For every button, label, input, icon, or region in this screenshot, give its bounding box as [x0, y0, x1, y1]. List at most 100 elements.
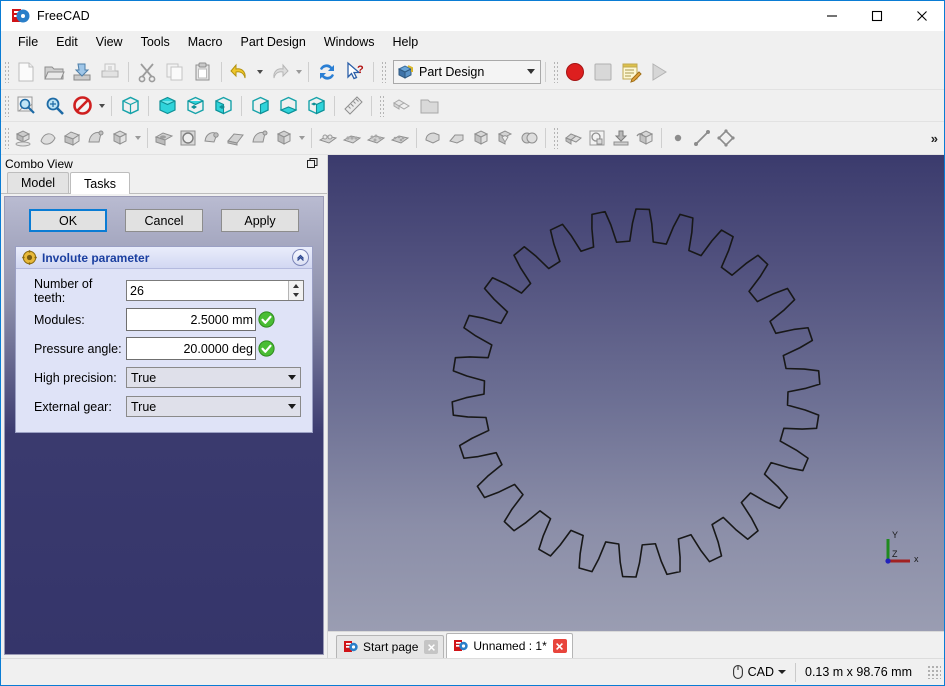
toolbar-grip[interactable] — [3, 94, 9, 117]
tab-model[interactable]: Model — [7, 172, 70, 193]
chevron-up-icon[interactable] — [292, 249, 309, 266]
bottom-view-icon[interactable] — [274, 93, 302, 119]
pressure-angle-input[interactable]: 20.0000 deg — [126, 337, 256, 360]
external-gear-select[interactable]: True — [126, 396, 301, 417]
cut-scissors-icon[interactable] — [133, 59, 161, 85]
modules-input[interactable]: 2.5000 mm — [126, 308, 256, 331]
fillet-icon[interactable] — [421, 125, 445, 151]
redo-arrow-icon[interactable] — [265, 59, 293, 85]
subtractive-pipe-icon[interactable] — [248, 125, 272, 151]
toolbar-grip[interactable] — [552, 127, 558, 149]
fit-all-icon[interactable] — [12, 93, 40, 119]
menu-file[interactable]: File — [9, 32, 47, 53]
create-sketch-icon[interactable] — [36, 125, 60, 151]
draft-icon[interactable] — [469, 125, 493, 151]
menu-windows[interactable]: Windows — [315, 32, 384, 53]
ok-button[interactable]: OK — [29, 209, 107, 232]
linear-pattern-icon[interactable] — [340, 125, 364, 151]
pad-icon[interactable] — [60, 125, 84, 151]
macro-edit-icon[interactable] — [617, 59, 645, 85]
menu-help[interactable]: Help — [384, 32, 428, 53]
create-plane-icon[interactable] — [714, 125, 738, 151]
map-sketch-icon[interactable] — [585, 125, 609, 151]
macro-execute-play-icon[interactable] — [645, 59, 673, 85]
create-line-icon[interactable] — [690, 125, 714, 151]
paste-icon[interactable] — [189, 59, 217, 85]
additive-box-icon[interactable] — [108, 125, 132, 151]
right-view-icon[interactable] — [209, 93, 237, 119]
polar-pattern-icon[interactable] — [364, 125, 388, 151]
create-body-icon[interactable] — [12, 125, 36, 151]
left-view-icon[interactable] — [302, 93, 330, 119]
menu-view[interactable]: View — [87, 32, 132, 53]
involute-gear-sketch[interactable] — [426, 193, 846, 593]
undo-arrow-icon[interactable] — [226, 59, 254, 85]
whats-this-cursor-icon[interactable]: ? — [341, 59, 369, 85]
toolbar-grip[interactable] — [3, 127, 9, 149]
pocket-icon[interactable] — [152, 125, 176, 151]
apply-button[interactable]: Apply — [221, 209, 299, 232]
undo-dropdown-chevron-down-icon[interactable] — [254, 69, 265, 74]
menu-macro[interactable]: Macro — [179, 32, 232, 53]
involute-parameter-header[interactable]: Involute parameter — [16, 247, 312, 269]
revolution-icon[interactable] — [84, 125, 108, 151]
resize-grip-icon[interactable] — [927, 665, 941, 679]
draw-style-chevron-down-icon[interactable] — [96, 103, 107, 108]
fit-selection-zoom-icon[interactable] — [40, 93, 68, 119]
new-document-icon[interactable] — [12, 59, 40, 85]
chamfer-icon[interactable] — [445, 125, 469, 151]
mirrored-icon[interactable] — [316, 125, 340, 151]
subtractive-loft-icon[interactable] — [224, 125, 248, 151]
3d-viewport[interactable]: Y x Z — [328, 155, 944, 631]
chevron-down-icon[interactable] — [524, 69, 538, 74]
create-point-icon[interactable] — [666, 125, 690, 151]
minimize-icon[interactable] — [809, 1, 854, 31]
toolbar-grip[interactable] — [380, 60, 386, 83]
subtractive-box-icon[interactable] — [272, 125, 296, 151]
close-icon[interactable] — [552, 639, 567, 653]
save-icon[interactable] — [68, 59, 96, 85]
tab-tasks[interactable]: Tasks — [70, 172, 130, 194]
high-precision-select[interactable]: True — [126, 367, 301, 388]
front-view-icon[interactable] — [153, 93, 181, 119]
maximize-icon[interactable] — [854, 1, 899, 31]
chevron-down-icon[interactable] — [283, 375, 300, 380]
thickness-icon[interactable] — [493, 125, 517, 151]
toolbar-overflow-chevron-icon[interactable]: » — [931, 131, 938, 146]
boolean-icon[interactable] — [517, 125, 541, 151]
close-icon[interactable] — [424, 640, 439, 654]
measure-ruler-icon[interactable] — [339, 93, 367, 119]
stepper-down-icon[interactable] — [289, 291, 303, 301]
redo-dropdown-chevron-down-icon[interactable] — [293, 69, 304, 74]
multi-transform-icon[interactable] — [388, 125, 412, 151]
float-panel-icon[interactable] — [303, 156, 322, 171]
chevron-down-icon[interactable] — [778, 670, 786, 674]
sketch-attach-icon[interactable] — [561, 125, 585, 151]
workbench-stack-icon[interactable] — [387, 93, 415, 119]
additive-chevron-down-icon[interactable] — [132, 136, 143, 140]
print-icon[interactable] — [96, 59, 124, 85]
refresh-icon[interactable] — [313, 59, 341, 85]
close-icon[interactable] — [899, 1, 944, 31]
menu-tools[interactable]: Tools — [132, 32, 179, 53]
chevron-down-icon[interactable] — [283, 404, 300, 409]
doc-tab-start-page[interactable]: Start page — [336, 635, 445, 658]
macro-stop-icon[interactable] — [589, 59, 617, 85]
stepper-up-icon[interactable] — [289, 281, 303, 291]
macro-record-icon[interactable] — [561, 59, 589, 85]
shape-binder-icon[interactable] — [633, 125, 657, 151]
toolbar-grip[interactable] — [552, 60, 558, 83]
draw-style-icon[interactable] — [68, 93, 96, 119]
cancel-button[interactable]: Cancel — [125, 209, 203, 232]
navigation-style-selector[interactable]: CAD — [724, 663, 795, 682]
menu-part-design[interactable]: Part Design — [232, 32, 315, 53]
top-view-icon[interactable] — [181, 93, 209, 119]
toolbar-grip[interactable] — [3, 60, 9, 83]
subtractive-chevron-down-icon[interactable] — [296, 136, 307, 140]
rear-view-icon[interactable] — [246, 93, 274, 119]
open-folder-icon[interactable] — [40, 59, 68, 85]
copy-icon[interactable] — [161, 59, 189, 85]
hole-icon[interactable] — [176, 125, 200, 151]
doc-tab-unnamed[interactable]: Unnamed : 1* — [446, 633, 573, 658]
number-of-teeth-input[interactable]: 26 — [126, 280, 304, 301]
